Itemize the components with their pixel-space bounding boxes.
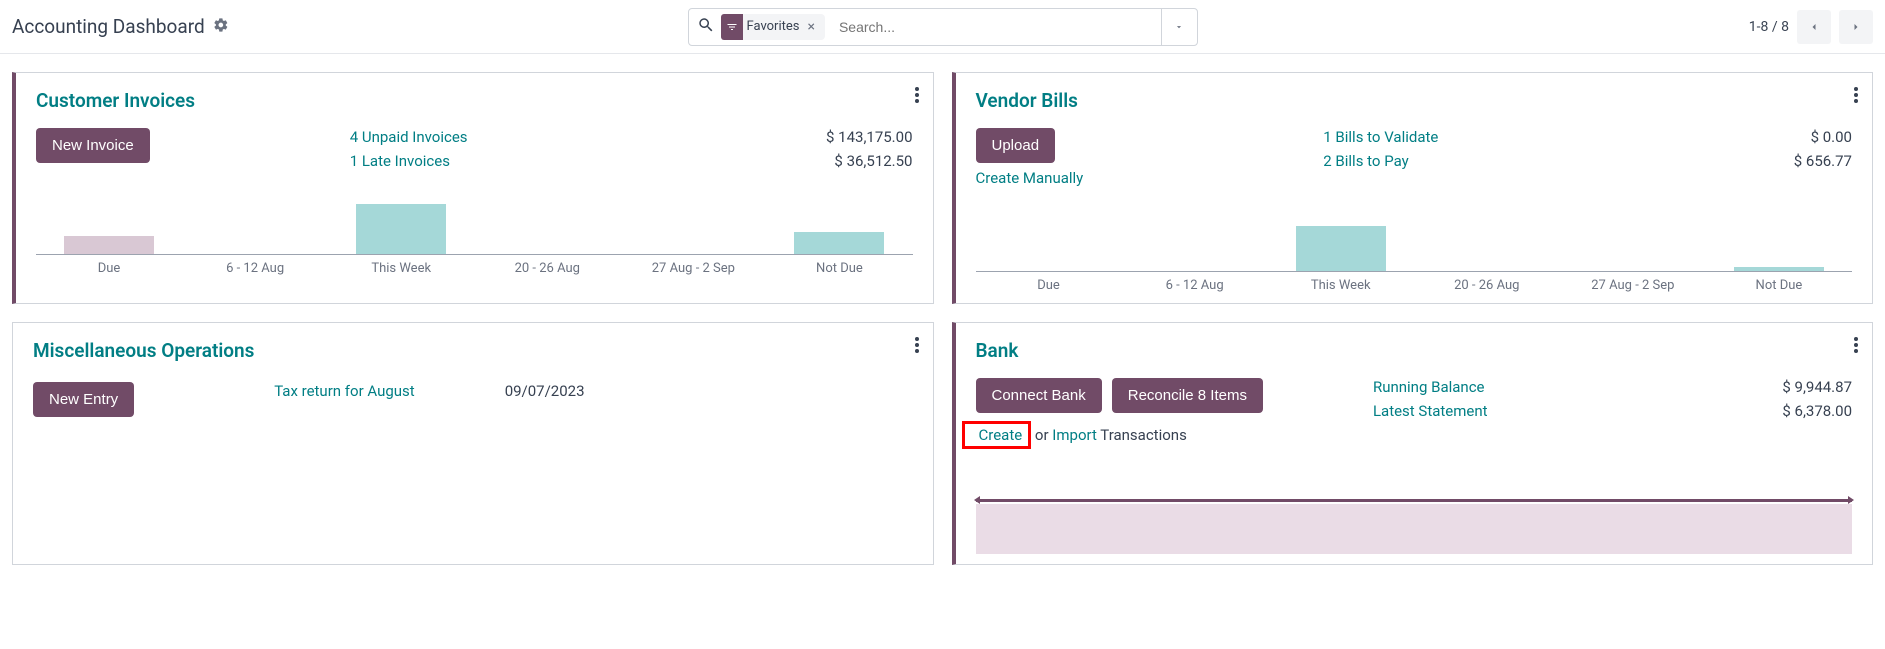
card-misc-operations: Miscellaneous Operations New Entry Tax r… [12,322,934,565]
filter-chip-favorites[interactable]: Favorites × [721,14,825,40]
chart-label: This Week [328,255,474,276]
filter-chip-label: Favorites [747,19,800,34]
stat-row: Latest Statement $ 6,378.00 [1373,402,1852,420]
kebab-icon[interactable] [915,87,919,107]
chart-label: 6 - 12 Aug [182,255,328,276]
kebab-icon[interactable] [915,337,919,357]
running-balance-link[interactable]: Running Balance [1373,378,1485,396]
amount: $ 9,944.87 [1782,378,1852,396]
bank-timeline-area [976,504,1853,554]
search-bar[interactable]: Favorites × [688,8,1198,46]
gear-icon[interactable] [213,15,229,38]
chart-bar[interactable] [1734,267,1824,271]
card-customer-invoices: Customer Invoices New Invoice 4 Unpaid I… [12,72,934,304]
search-icon [697,16,715,38]
stat-row: 2 Bills to Pay $ 656.77 [1323,152,1852,170]
card-title[interactable]: Bank [976,339,1019,362]
stat-row: Running Balance $ 9,944.87 [1373,378,1852,396]
tax-return-date: 09/07/2023 [505,382,585,400]
upload-button[interactable]: Upload [976,128,1056,163]
card-vendor-bills: Vendor Bills Upload Create Manually 1 Bi… [952,72,1874,304]
highlight-annotation: Create [962,421,1032,449]
unpaid-invoices-link[interactable]: 4 Unpaid Invoices [350,128,468,146]
amount: $ 6,378.00 [1782,402,1852,420]
text-transactions: Transactions [1097,426,1187,444]
import-transactions-link[interactable]: Import [1052,426,1097,444]
kebab-icon[interactable] [1854,337,1858,357]
amount: $ 656.77 [1794,152,1852,170]
close-icon[interactable]: × [803,19,818,35]
amount: $ 0.00 [1811,128,1852,146]
chart-bar[interactable] [64,236,154,254]
chart-bar[interactable] [1296,226,1386,271]
new-invoice-button[interactable]: New Invoice [36,128,150,163]
new-entry-button[interactable]: New Entry [33,382,134,417]
chart-label: Not Due [1706,272,1852,293]
chart-label: 27 Aug - 2 Sep [1560,272,1706,293]
tax-return-link[interactable]: Tax return for August [274,382,415,400]
card-bank: Bank Connect Bank Reconcile 8 Items Crea… [952,322,1874,565]
pager-prev-button[interactable] [1797,10,1831,44]
chart-label: 20 - 26 Aug [1414,272,1560,293]
top-bar: Accounting Dashboard Favorites × 1-8 / 8 [0,0,1885,54]
card-title[interactable]: Miscellaneous Operations [33,339,254,362]
stat-row: 1 Bills to Validate $ 0.00 [1323,128,1852,146]
latest-statement-link[interactable]: Latest Statement [1373,402,1488,420]
dashboard-grid: Customer Invoices New Invoice 4 Unpaid I… [0,54,1885,583]
page-title: Accounting Dashboard [12,15,205,38]
text-or: or [1031,426,1052,444]
pager-next-button[interactable] [1839,10,1873,44]
bills-to-pay-link[interactable]: 2 Bills to Pay [1323,152,1408,170]
stat-row: 1 Late Invoices $ 36,512.50 [350,152,913,170]
bank-timeline-line [976,499,1853,502]
card-title[interactable]: Customer Invoices [36,89,195,112]
chart-label: Due [36,255,182,276]
create-manually-link[interactable]: Create Manually [976,169,1084,187]
vendor-bills-chart: Due6 - 12 AugThis Week20 - 26 Aug27 Aug … [976,211,1853,293]
card-title[interactable]: Vendor Bills [976,89,1078,112]
breadcrumb: Accounting Dashboard [12,15,229,38]
create-transactions-link[interactable]: Create [979,426,1023,444]
late-invoices-link[interactable]: 1 Late Invoices [350,152,450,170]
chart-bar[interactable] [356,204,446,254]
bills-to-validate-link[interactable]: 1 Bills to Validate [1323,128,1438,146]
search-dropdown-toggle[interactable] [1161,9,1197,45]
chart-label: 6 - 12 Aug [1122,272,1268,293]
chart-label: 27 Aug - 2 Sep [620,255,766,276]
chart-bar[interactable] [794,232,884,254]
customer-invoices-chart: Due6 - 12 AugThis Week20 - 26 Aug27 Aug … [36,194,913,276]
stat-row: 4 Unpaid Invoices $ 143,175.00 [350,128,913,146]
connect-bank-button[interactable]: Connect Bank [976,378,1102,413]
pager: 1-8 / 8 [1749,10,1873,44]
reconcile-button[interactable]: Reconcile 8 Items [1112,378,1263,413]
chart-label: This Week [1268,272,1414,293]
amount: $ 143,175.00 [826,128,913,146]
kebab-icon[interactable] [1854,87,1858,107]
funnel-icon [721,14,743,40]
chart-label: 20 - 26 Aug [474,255,620,276]
chart-label: Due [976,272,1122,293]
search-input[interactable] [833,19,1161,35]
chart-label: Not Due [766,255,912,276]
amount: $ 36,512.50 [834,152,912,170]
pager-text[interactable]: 1-8 / 8 [1749,19,1789,35]
